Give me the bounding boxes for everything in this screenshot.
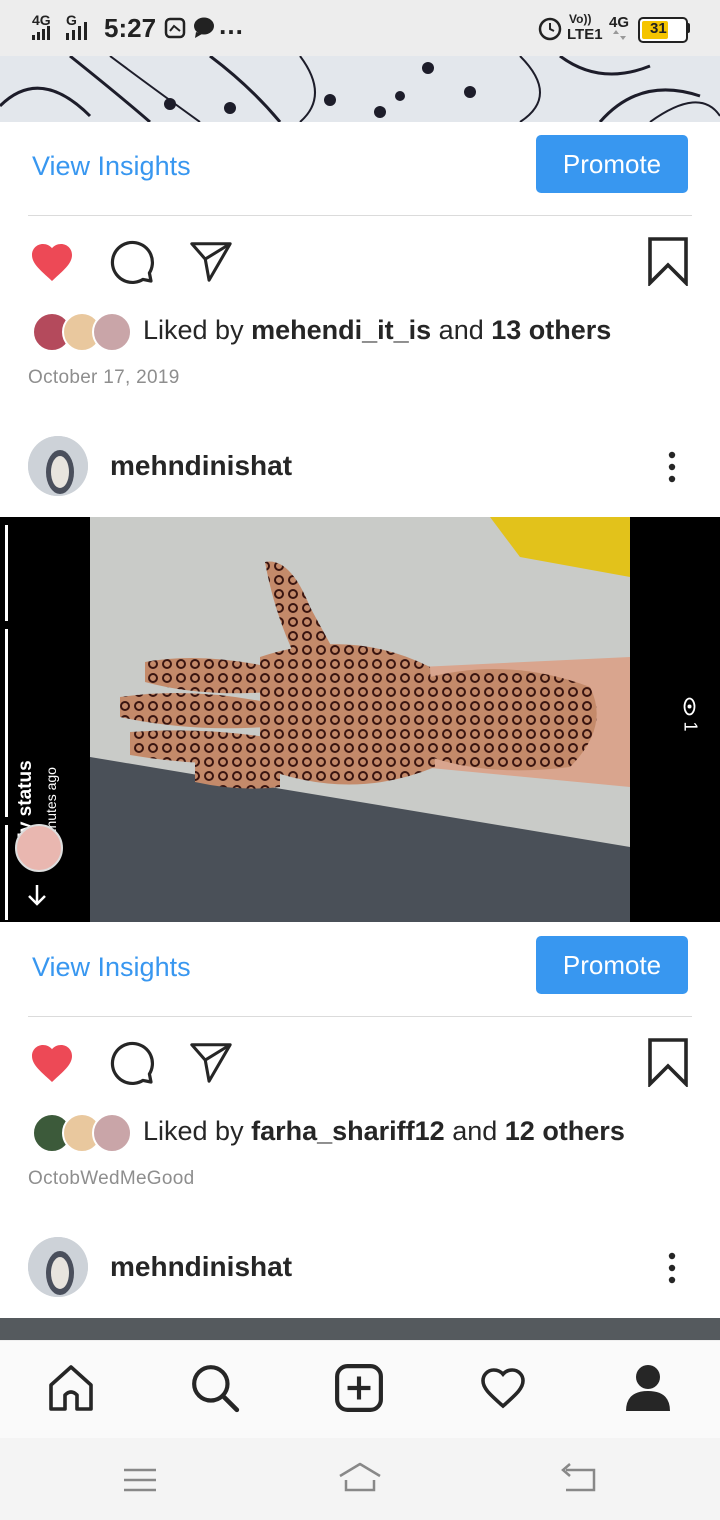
home-icon[interactable]: [47, 1363, 95, 1413]
search-icon[interactable]: [190, 1363, 240, 1413]
more-notifications: …: [218, 10, 244, 40]
profile-photo: [28, 436, 88, 496]
data-arrows-icon: [613, 30, 626, 40]
liked-prefix: Liked by: [143, 315, 244, 345]
comment-icon-2[interactable]: [108, 1039, 156, 1087]
bookmark-icon[interactable]: [646, 236, 690, 286]
liked-and: and: [438, 315, 484, 345]
mehndi-hand-photo: [90, 517, 630, 922]
more-vertical-icon-2[interactable]: [664, 1251, 680, 1285]
profile-icon[interactable]: [624, 1363, 672, 1413]
lte-label: LTE1: [567, 26, 603, 43]
battery-level: 31: [650, 20, 667, 37]
likes-summary: Liked by mehendi_it_is and 13 others: [143, 315, 611, 346]
liked-and-2: and: [452, 1116, 498, 1146]
gallery-notification-icon: [164, 17, 186, 39]
back-icon[interactable]: [560, 1462, 598, 1494]
bottom-navigation: [0, 1340, 720, 1439]
battery-tip: [686, 23, 690, 33]
liker-avatar-3: [92, 312, 132, 352]
view-insights-link-2[interactable]: View Insights: [32, 952, 191, 983]
heart-filled-icon-2[interactable]: [27, 1039, 77, 1087]
view-insights-link[interactable]: View Insights: [32, 151, 191, 182]
story-views: 1: [670, 697, 710, 747]
story-title: My status: [15, 760, 36, 848]
mehndi-pattern-graphic: [0, 56, 720, 122]
paper-plane-icon-2[interactable]: [187, 1039, 235, 1085]
post-image-partial-2[interactable]: [0, 1318, 720, 1340]
story-title-block: My status: [15, 668, 45, 848]
story-avatar: [15, 824, 63, 872]
post-username-2[interactable]: mehndinishat: [110, 1251, 292, 1283]
liked-others[interactable]: 13 others: [491, 315, 611, 345]
volte-label: Vo)): [569, 12, 592, 26]
post-image-partial[interactable]: [0, 56, 720, 122]
avatar-2[interactable]: [28, 1237, 88, 1297]
paper-plane-icon[interactable]: [187, 238, 235, 284]
avatar[interactable]: [28, 436, 88, 496]
likes-summary-2: Liked by farha_shariff12 and 12 others: [143, 1116, 625, 1147]
comment-icon[interactable]: [108, 238, 156, 286]
alarm-icon: [538, 17, 562, 41]
post-date-2: OctobWedMeGood: [28, 1168, 195, 1189]
more-vertical-icon[interactable]: [664, 450, 680, 484]
system-navigation-bar: [0, 1438, 720, 1520]
chat-notification-icon: [194, 17, 214, 38]
battery-icon: 31: [638, 17, 688, 43]
eye-icon: [684, 697, 696, 716]
network-label: 4G: [609, 14, 630, 31]
add-post-icon[interactable]: [334, 1363, 384, 1413]
liked-others-2[interactable]: 12 others: [505, 1116, 625, 1146]
liked-prefix-2: Liked by: [143, 1116, 244, 1146]
divider: [28, 215, 692, 216]
liker-avatar-3-b: [92, 1113, 132, 1153]
heart-filled-icon[interactable]: [27, 238, 77, 286]
menu-icon[interactable]: [122, 1466, 158, 1494]
post-username[interactable]: mehndinishat: [110, 450, 292, 482]
story-segment-gap: [5, 621, 8, 629]
divider-2: [28, 1016, 692, 1017]
home-key-icon[interactable]: [336, 1460, 384, 1494]
clock-time: 5:27: [104, 13, 157, 43]
post-image[interactable]: My status 5 minutes ago 1: [0, 517, 720, 922]
activity-heart-icon[interactable]: [478, 1364, 528, 1412]
promote-button[interactable]: Promote: [536, 135, 688, 193]
bookmark-icon-2[interactable]: [646, 1037, 690, 1087]
story-segment-gap-2: [5, 817, 8, 825]
story-progress-bar: [5, 525, 8, 920]
signal-bars-icon: [32, 26, 50, 40]
liked-username-2[interactable]: farha_shariff12: [251, 1116, 445, 1146]
status-bar: 4G G 5:27 … Vo)) LTE1 4G 31: [0, 0, 720, 56]
profile-photo-2: [28, 1237, 88, 1297]
arrow-down-icon[interactable]: [24, 882, 50, 908]
story-views-count: 1: [680, 721, 701, 732]
post-date: October 17, 2019: [28, 367, 180, 388]
liked-username[interactable]: mehendi_it_is: [251, 315, 431, 345]
promote-button-2[interactable]: Promote: [536, 936, 688, 994]
signal-bars-icon-2: [66, 22, 87, 40]
